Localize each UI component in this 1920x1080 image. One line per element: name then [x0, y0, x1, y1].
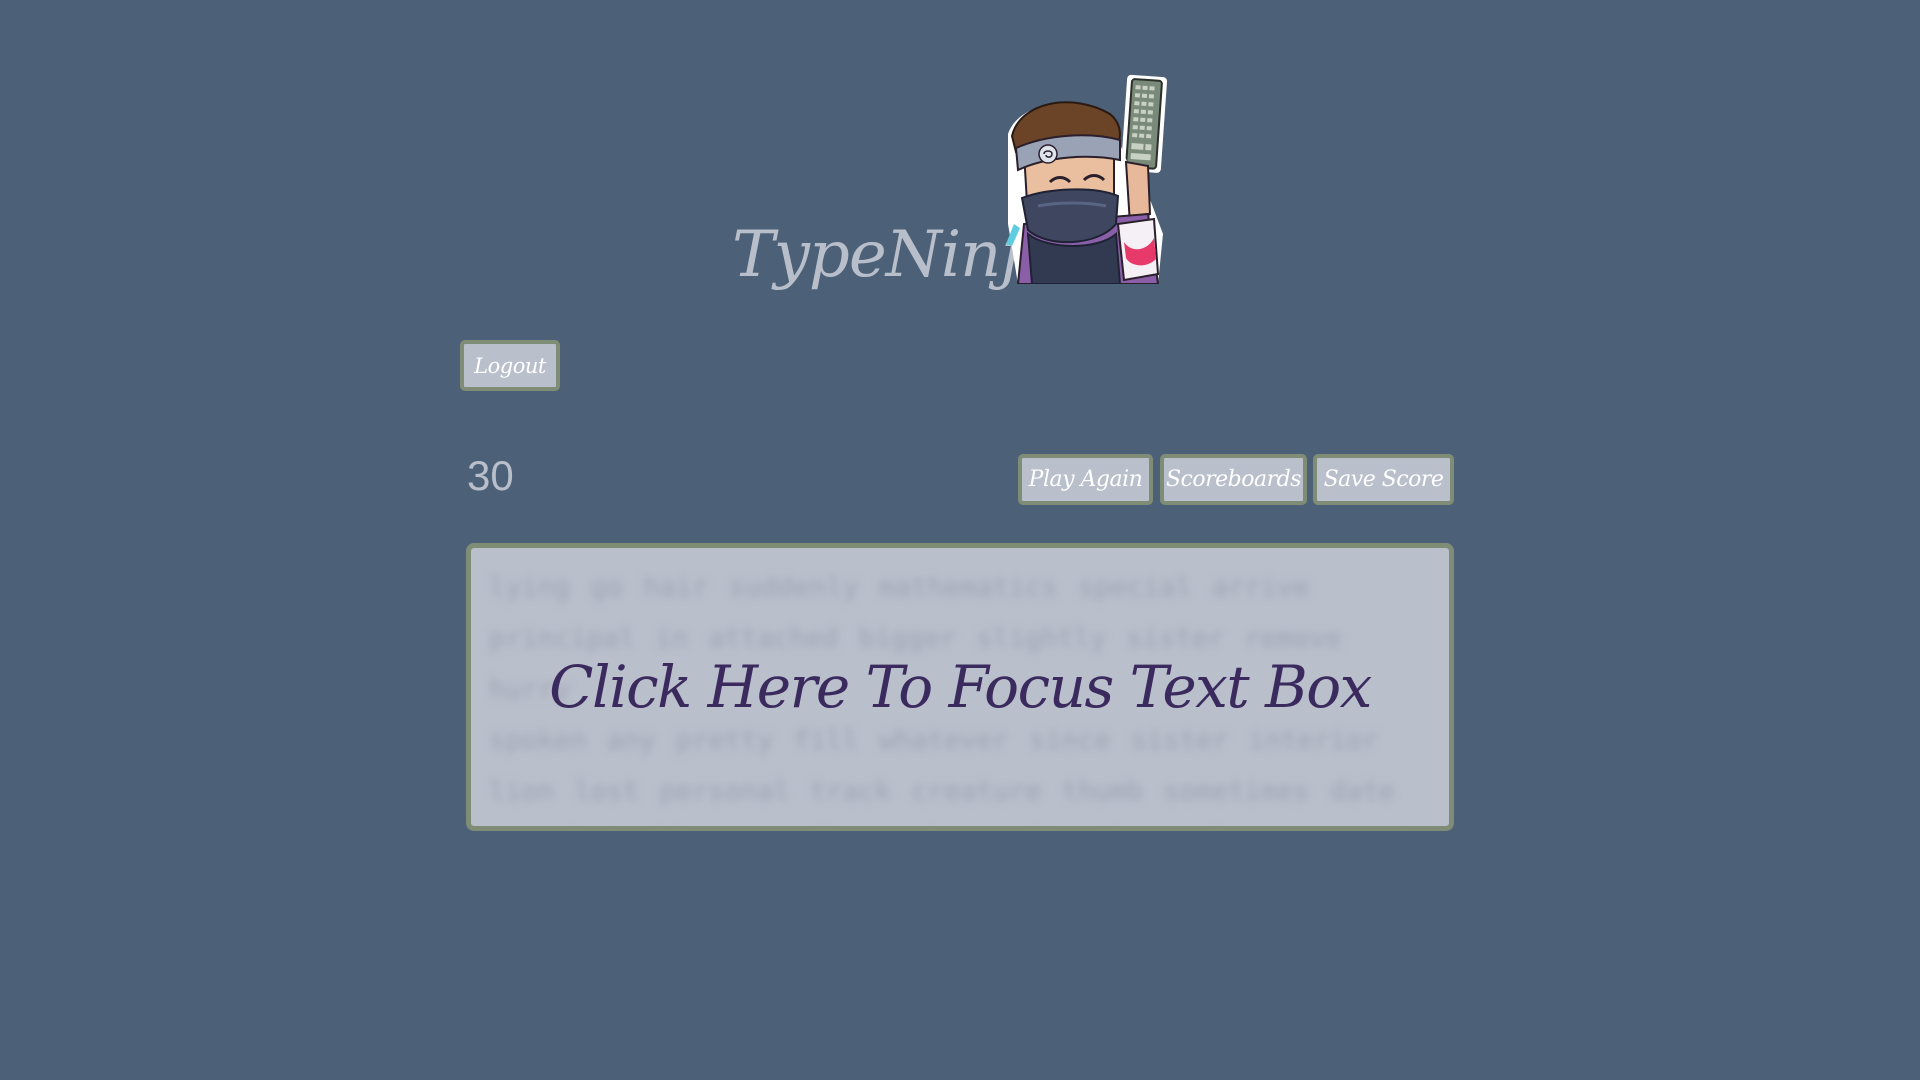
typing-text-box[interactable]: lying go hair suddenly mathematics speci…: [466, 543, 1454, 831]
scoreboards-button[interactable]: Scoreboards: [1160, 454, 1307, 505]
save-score-button[interactable]: Save Score: [1313, 454, 1454, 505]
focus-prompt[interactable]: Click Here To Focus Text Box: [471, 548, 1449, 826]
play-again-button[interactable]: Play Again: [1018, 454, 1153, 505]
ninja-mascot-icon: [1006, 74, 1168, 284]
app-page: TypeNinja Logout 30 Play Again Scoreboar…: [0, 0, 1920, 1080]
countdown-timer: 30: [467, 452, 514, 499]
logout-button[interactable]: Logout: [460, 340, 560, 391]
